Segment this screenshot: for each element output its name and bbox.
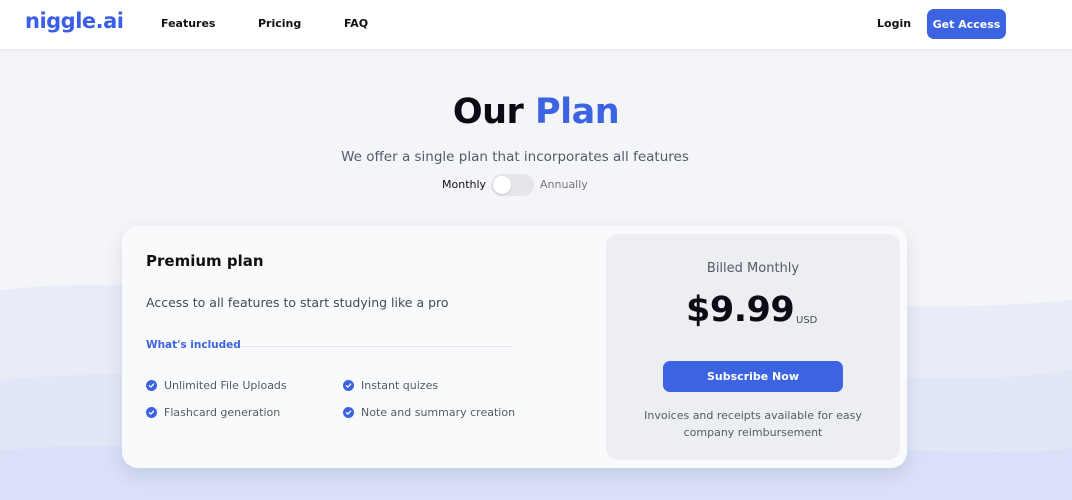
feature-label: Instant quizes (361, 379, 439, 392)
check-circle-icon (146, 380, 157, 391)
title-accent: Plan (534, 92, 620, 132)
divider (240, 346, 512, 347)
whats-included-heading: What's included (146, 339, 241, 351)
page-title: Our Plan (0, 92, 1072, 132)
check-circle-icon (343, 380, 354, 391)
feature-label: Note and summary creation (361, 406, 516, 419)
nav-link-features[interactable]: Features (161, 17, 215, 30)
billing-period-label: Billed Monthly (706, 261, 800, 276)
invoice-note: Invoices and receipts available for easy… (644, 409, 862, 439)
page-subtitle: We offer a single plan that incorporates… (0, 146, 1030, 165)
toggle-knob (493, 176, 511, 194)
get-access-button[interactable]: Get Access (927, 9, 1006, 39)
feature-item: Note and summary creation (343, 406, 515, 419)
feature-label: Unlimited File Uploads (164, 379, 287, 392)
brand-logo[interactable]: niggle.ai (25, 9, 124, 33)
price-currency: USD (796, 315, 818, 326)
billing-period-toggle[interactable] (491, 174, 534, 196)
plan-name: Premium plan (146, 252, 264, 270)
check-circle-icon (343, 407, 354, 418)
login-link[interactable]: Login (877, 17, 911, 30)
feature-item: Flashcard generation (146, 406, 280, 419)
plan-card: Premium plan Access to all features to s… (122, 226, 907, 468)
price-panel: Billed Monthly $9.99 USD Subscribe Now I… (606, 234, 900, 460)
feature-item: Unlimited File Uploads (146, 379, 287, 392)
subtitle-text: We offer a single plan that incorporates… (341, 149, 689, 165)
check-circle-icon (146, 407, 157, 418)
feature-label: Flashcard generation (164, 406, 281, 419)
feature-item: Instant quizes (343, 379, 438, 392)
toggle-label-annually[interactable]: Annually (540, 178, 588, 191)
plan-description: Access to all features to start studying… (146, 295, 449, 310)
price-amount: $9.99 (686, 290, 795, 330)
subscribe-button[interactable]: Subscribe Now (663, 361, 843, 392)
title-main: Our (452, 92, 524, 132)
toggle-label-monthly[interactable]: Monthly (442, 178, 486, 191)
nav-link-pricing[interactable]: Pricing (258, 17, 301, 30)
nav-link-faq[interactable]: FAQ (344, 17, 368, 30)
top-navbar: niggle.ai Features Pricing FAQ Login Get… (0, 0, 1072, 49)
